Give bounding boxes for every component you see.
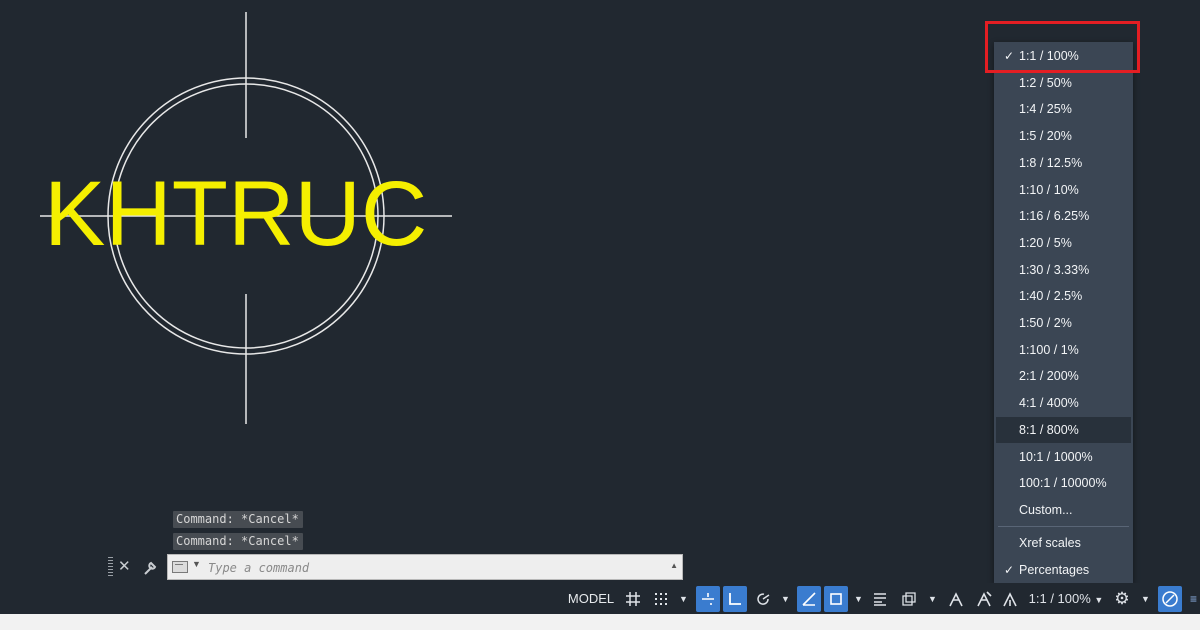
scale-menu-item[interactable]: 8:1 / 800% (996, 416, 1131, 443)
annotation-visibility-icon[interactable] (944, 586, 968, 612)
window-bottom-edge (0, 614, 1200, 630)
scale-menu-item-label: 8:1 / 800% (1019, 422, 1079, 437)
scale-menu-item-label: 1:16 / 6.25% (1019, 209, 1090, 224)
annotation-scale-label: 1:1 / 100% (1028, 591, 1091, 606)
scale-menu-item-label: 1:8 / 12.5% (1019, 155, 1083, 170)
scale-menu-option[interactable]: ✓ Percentages (996, 557, 1131, 583)
scale-menu-item[interactable]: 1:100 / 1% (996, 337, 1131, 363)
scale-menu-item[interactable]: Custom... (996, 497, 1131, 523)
object-snap-icon[interactable] (824, 586, 848, 612)
auto-scale-icon[interactable] (972, 586, 996, 612)
scale-menu-item-label: Custom... (1019, 502, 1073, 517)
scale-menu-item[interactable]: 1:10 / 10% (996, 177, 1131, 203)
scale-menu-item-label: 2:1 / 200% (1019, 369, 1079, 384)
command-history-line: Command: *Cancel* (173, 511, 303, 528)
scale-menu-item-label: 1:50 / 2% (1019, 316, 1072, 330)
command-input[interactable] (206, 558, 640, 578)
annotation-scale-button[interactable]: 1:1 / 100% ▼ (1024, 586, 1108, 612)
scale-menu-item-label: 1:10 / 10% (1019, 182, 1079, 197)
chevron-down-icon[interactable]: ▼ (854, 586, 863, 612)
scale-menu-item[interactable]: 10:1 / 1000% (996, 444, 1131, 470)
chevron-up-icon[interactable]: ▲ (670, 561, 678, 570)
grid-icon[interactable] (622, 586, 644, 612)
scale-menu-item[interactable]: 2:1 / 200% (996, 363, 1131, 389)
annotation-scale-icon[interactable] (999, 586, 1021, 612)
lineweight-icon[interactable] (869, 586, 891, 612)
chevron-down-icon: ▼ (1094, 595, 1104, 605)
command-line-icon[interactable] (172, 561, 188, 573)
scale-menu-item[interactable]: 1:16 / 6.25% (996, 203, 1131, 229)
highlight-box (985, 21, 1140, 73)
scale-menu-item[interactable]: 1:50 / 2% (996, 310, 1131, 336)
chevron-down-icon[interactable]: ▼ (928, 586, 937, 612)
scale-menu-item-label: 1:20 / 5% (1019, 235, 1072, 250)
scale-menu-item-label: 10:1 / 1000% (1019, 449, 1093, 464)
scale-menu-option[interactable]: Xref scales (996, 530, 1131, 556)
scale-menu-item-label: 1:2 / 50% (1019, 75, 1072, 90)
snap-grid-icon[interactable] (650, 586, 672, 612)
scale-menu-item-label: 1:5 / 20% (1019, 129, 1072, 144)
wrench-icon[interactable] (142, 557, 158, 583)
chevron-down-icon[interactable]: ▼ (1141, 586, 1150, 612)
scale-menu-item-label: 1:4 / 25% (1019, 102, 1072, 117)
chevron-down-icon[interactable]: ▼ (781, 586, 790, 612)
close-icon[interactable]: ✕ (118, 557, 131, 577)
isolate-objects-icon[interactable] (1158, 586, 1182, 612)
polar-tracking-icon[interactable] (752, 586, 774, 612)
scale-menu-item[interactable]: 4:1 / 400% (996, 390, 1131, 416)
command-history-line: Command: *Cancel* (173, 533, 303, 550)
isodraft-icon[interactable] (797, 586, 821, 612)
scale-menu-item[interactable]: 1:20 / 5% (996, 230, 1131, 256)
command-line-bar: ▼ ▲ (167, 554, 683, 580)
scale-menu-option-label: Percentages (1019, 562, 1090, 577)
menu-separator (998, 526, 1129, 527)
drawing-text-khtruc[interactable]: KHTRUC (44, 168, 427, 260)
checkmark-icon: ✓ (1004, 562, 1015, 577)
scale-menu-item[interactable]: 1:8 / 12.5% (996, 150, 1131, 176)
model-space-button[interactable]: MODEL (566, 586, 616, 612)
scale-menu-item-label: 100:1 / 10000% (1019, 476, 1107, 491)
scale-menu-item[interactable]: 1:2 / 50% (996, 70, 1131, 96)
annotation-scale-menu: ✓ 1:1 / 100% 1:2 / 50% 1:4 / 25% 1:5 / 20% 1:… (994, 42, 1133, 583)
settings-gear-icon[interactable]: ⚙ (1110, 586, 1134, 612)
ortho-icon[interactable] (723, 586, 747, 612)
scale-menu-item-label: 1:40 / 2.5% (1019, 289, 1083, 304)
scale-menu-option-label: Xref scales (1019, 536, 1081, 550)
customization-icon[interactable]: ≡ (1187, 586, 1200, 612)
transparency-icon[interactable] (898, 586, 920, 612)
scale-menu-item[interactable]: 1:4 / 25% (996, 96, 1131, 122)
scale-menu-item[interactable]: 100:1 / 10000% (996, 470, 1131, 496)
scale-menu-item[interactable]: 1:5 / 20% (996, 123, 1131, 149)
scale-menu-item[interactable]: 1:30 / 3.33% (996, 257, 1131, 283)
chevron-down-icon[interactable]: ▼ (192, 559, 201, 569)
scale-menu-item-label: 4:1 / 400% (1019, 396, 1079, 411)
infer-constraints-icon[interactable] (696, 586, 720, 612)
scale-menu-item-label: 1:30 / 3.33% (1019, 262, 1090, 277)
command-line-grip-handle[interactable] (108, 557, 113, 577)
scale-menu-item-label: 1:100 / 1% (1019, 342, 1079, 357)
scale-menu-item[interactable]: 1:40 / 2.5% (996, 283, 1131, 309)
chevron-down-icon[interactable]: ▼ (679, 586, 688, 612)
